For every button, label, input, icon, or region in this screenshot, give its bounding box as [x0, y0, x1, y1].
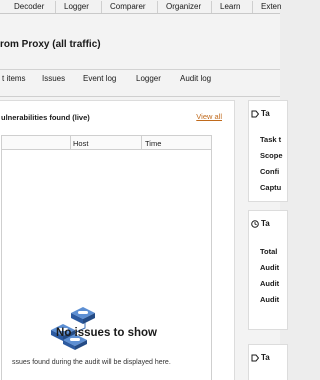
tag-icon [251, 354, 259, 362]
capturing-label: Captu [260, 183, 282, 192]
tab-decoder[interactable]: Decoder [14, 2, 44, 11]
card-heading: Ta [261, 219, 270, 228]
tab-divider [55, 1, 56, 13]
tab-organizer[interactable]: Organizer [166, 2, 201, 11]
configuration-label: Confi [260, 167, 280, 176]
tab-logger[interactable]: Logger [64, 2, 89, 11]
panel-title: ulnerabilities found (live) [1, 113, 90, 122]
audit-label: Audit [260, 295, 280, 304]
clock-icon [251, 220, 259, 228]
column-header-host[interactable]: Host [73, 139, 88, 148]
task-summary-card: Ta [248, 344, 288, 380]
node-icon [71, 307, 95, 324]
tab-extensions[interactable]: Exten [261, 2, 281, 11]
table-header: Host Time [2, 136, 211, 150]
scope-label: Scope [260, 151, 283, 160]
subtab-logger[interactable]: Logger [136, 74, 161, 83]
tab-divider [101, 1, 102, 13]
divider [0, 69, 280, 70]
tab-divider [211, 1, 212, 13]
tab-divider [252, 1, 253, 13]
card-heading: Ta [261, 353, 270, 362]
column-header-time[interactable]: Time [145, 139, 161, 148]
task-progress-card: Ta Total Audit Audit Audit [248, 210, 288, 330]
empty-state-title: No issues to show [56, 327, 157, 339]
issues-table: Host Time No issues to show ssues found … [1, 135, 212, 380]
tool-tabs: Decoder Logger Comparer Organizer Learn … [0, 0, 281, 14]
audit-label: Audit [260, 263, 280, 272]
tag-icon [251, 110, 259, 118]
card-heading: Ta [261, 109, 270, 118]
task-type-label: Task t [260, 135, 282, 144]
page-title: rom Proxy (all traffic) [0, 39, 101, 50]
column-divider[interactable] [141, 136, 142, 150]
subtab-event-log[interactable]: Event log [83, 74, 116, 83]
empty-state-description: ssues found during the audit will be dis… [12, 359, 171, 366]
total-label: Total [260, 247, 278, 256]
audit-label: Audit [260, 279, 280, 288]
subtab-audit-items[interactable]: t items [2, 74, 26, 83]
task-details-page: rom Proxy (all traffic) t items Issues E… [0, 14, 288, 380]
tab-comparer[interactable]: Comparer [110, 2, 146, 11]
subtab-issues[interactable]: Issues [42, 74, 65, 83]
issues-panel: ulnerabilities found (live) View all Hos… [0, 100, 235, 380]
subtab-audit-log[interactable]: Audit log [180, 74, 211, 83]
tab-divider [157, 1, 158, 13]
column-divider[interactable] [70, 136, 71, 150]
task-configuration-card: Ta Task t Scope Confi Captu [248, 100, 288, 202]
view-all-link[interactable]: View all [196, 112, 222, 121]
tab-learn[interactable]: Learn [220, 2, 240, 11]
divider [0, 96, 280, 97]
